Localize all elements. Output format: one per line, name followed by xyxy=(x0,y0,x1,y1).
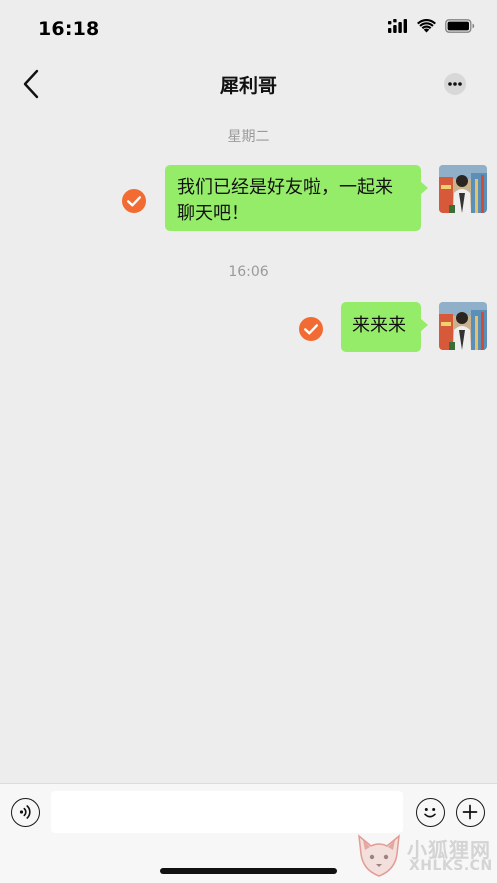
battery-icon xyxy=(445,19,475,33)
message-bubble[interactable]: 来来来 xyxy=(341,302,428,352)
check-circle-icon xyxy=(299,317,323,341)
message-text: 来来来 xyxy=(352,315,406,336)
message-input[interactable] xyxy=(51,791,403,833)
message-bubble[interactable]: 我们已经是好友啦，一起来 聊天吧！ xyxy=(165,165,428,231)
more-functions-button[interactable] xyxy=(456,798,485,827)
status-icons xyxy=(388,19,475,33)
check-circle-icon xyxy=(122,189,146,213)
message-list[interactable]: 星期二 我们已经是好友啦，一起来 聊天吧！ 16:06 来来来 xyxy=(0,110,497,783)
plus-icon xyxy=(457,799,484,825)
voice-button[interactable] xyxy=(11,798,40,827)
wifi-icon xyxy=(417,19,436,33)
cellular-signal-icon xyxy=(388,19,408,33)
watermark-url: XHLKS.CN xyxy=(409,858,493,874)
chat-header: 犀利哥 xyxy=(0,58,497,110)
fox-logo-icon xyxy=(355,832,403,878)
emoji-button[interactable] xyxy=(416,798,445,827)
avatar[interactable] xyxy=(439,165,487,213)
timestamp: 星期二 xyxy=(227,129,270,145)
smile-icon xyxy=(417,799,444,825)
more-dots-icon xyxy=(444,73,466,95)
status-bar: 16:18 xyxy=(0,0,497,58)
message-text-line: 我们已经是好友啦，一起来 xyxy=(177,177,393,198)
status-time: 16:18 xyxy=(38,18,100,40)
voice-icon xyxy=(12,799,39,825)
timestamp: 16:06 xyxy=(228,264,269,280)
more-button[interactable] xyxy=(444,73,466,95)
chat-title: 犀利哥 xyxy=(219,75,277,97)
message-text-line: 聊天吧！ xyxy=(177,203,249,224)
home-indicator[interactable] xyxy=(160,868,337,874)
watermark: 小狐狸网 XHLKS.CN xyxy=(355,830,495,880)
avatar[interactable] xyxy=(439,302,487,350)
